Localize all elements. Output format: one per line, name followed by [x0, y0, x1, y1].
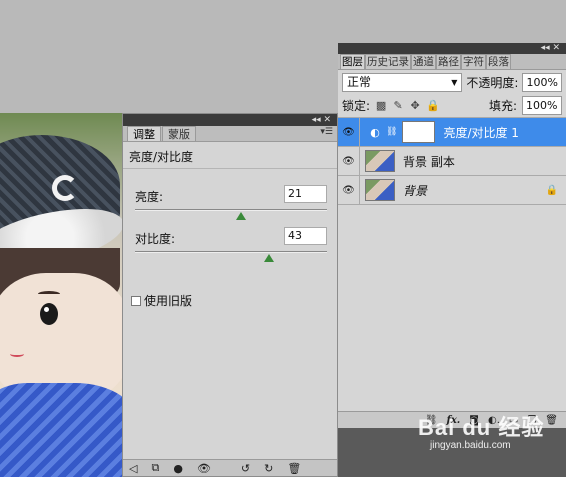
visibility-eye-icon[interactable]: 👁: [338, 117, 360, 147]
link-chain-icon[interactable]: ⛓: [386, 127, 397, 137]
contrast-label: 对比度:: [135, 232, 176, 246]
fill-input[interactable]: 100%: [522, 96, 562, 115]
trash-icon[interactable]: 🗑: [287, 462, 301, 475]
view-previous-icon[interactable]: ↺: [241, 462, 250, 475]
brightness-slider-thumb[interactable]: [235, 212, 246, 220]
use-legacy-label: 使用旧版: [144, 294, 193, 308]
use-legacy-option[interactable]: 使用旧版: [131, 292, 192, 309]
visibility-eye-icon[interactable]: 👁: [338, 146, 360, 176]
return-arrow-icon[interactable]: ◁: [129, 462, 137, 475]
layer-thumbnail: [365, 179, 395, 201]
photo-mouth: [10, 351, 24, 357]
tab-character[interactable]: 字符: [461, 54, 486, 69]
adjustments-tabbar: 调整 蒙版 ▾☰: [123, 126, 337, 142]
canvas-photo: [0, 113, 122, 477]
layer-background-copy[interactable]: 👁 背景 副本: [338, 146, 566, 176]
layer-brightness-contrast[interactable]: 👁 ◐ ⛓ 亮度/对比度 1: [338, 117, 566, 147]
opacity-label: 不透明度:: [466, 75, 519, 90]
visibility-eye-icon[interactable]: 👁: [197, 462, 211, 475]
layer-name: 背景 副本: [403, 154, 455, 169]
layer-mask-thumbnail[interactable]: [402, 121, 436, 143]
photo-eye: [40, 303, 58, 325]
layer-lock-icon: 🔒: [545, 184, 558, 196]
blend-mode-select[interactable]: 正常 ▼: [342, 72, 463, 92]
layer-background[interactable]: 👁 背景 🔒: [338, 175, 566, 205]
collapse-layers-icon[interactable]: ◂◂ ✕: [541, 43, 560, 54]
lock-all-icon[interactable]: 🔒: [426, 99, 440, 112]
layer-name: 亮度/对比度 1: [443, 125, 519, 140]
lock-pixels-brush-icon[interactable]: ✎: [392, 99, 404, 112]
clip-layer-icon[interactable]: ●: [173, 462, 183, 475]
visibility-eye-icon[interactable]: 👁: [338, 175, 360, 205]
fill-label: 填充:: [488, 99, 517, 113]
tab-adjustments[interactable]: 调整: [127, 126, 161, 141]
tab-channels[interactable]: 通道: [411, 54, 436, 69]
reset-icon[interactable]: ↻: [264, 462, 273, 475]
photo-brow: [38, 291, 60, 297]
lock-row: 锁定: ▩ ✎ ✥ 🔒 填充: 100%: [338, 94, 566, 118]
lock-label: 锁定:: [342, 99, 371, 113]
chevron-down-icon: ▼: [451, 77, 458, 87]
blend-row: 正常 ▼ 不透明度: 100%: [338, 70, 566, 94]
tab-paths[interactable]: 路径: [436, 54, 461, 69]
panel-menu-icon[interactable]: ▾☰: [320, 127, 333, 137]
adjustment-heading: 亮度/对比度: [123, 142, 337, 169]
layer-name: 背景: [403, 183, 428, 198]
brightness-input[interactable]: 21: [284, 185, 327, 203]
delete-layer-icon[interactable]: 🗑: [545, 415, 558, 426]
adjustments-footer: ◁ ⧉ ● 👁 ↺ ↻ 🗑: [123, 459, 337, 476]
contrast-input[interactable]: 43: [284, 227, 327, 245]
photo-hat-curl: [52, 175, 78, 201]
panel-titlebar[interactable]: ◂◂ ✕: [123, 114, 337, 126]
tab-layers[interactable]: 图层: [340, 54, 365, 69]
use-legacy-checkbox[interactable]: [131, 295, 141, 306]
adjustment-layer-icon: ◐: [370, 125, 380, 139]
layers-titlebar[interactable]: ◂◂ ✕: [338, 43, 566, 54]
layers-tabbar: 图层 历史记录 通道 路径 字符 段落: [338, 54, 566, 70]
brightness-track[interactable]: [135, 209, 327, 211]
watermark-logo: Bai du 经验: [418, 415, 545, 440]
lock-position-move-icon[interactable]: ✥: [409, 99, 421, 112]
collapse-panel-icon[interactable]: ◂◂ ✕: [312, 114, 331, 126]
expand-view-icon[interactable]: ⧉: [151, 461, 159, 475]
tab-history[interactable]: 历史记录: [365, 54, 411, 69]
opacity-input[interactable]: 100%: [522, 72, 562, 92]
tab-masks[interactable]: 蒙版: [162, 126, 196, 141]
contrast-slider-thumb[interactable]: [264, 254, 275, 262]
tab-paragraph[interactable]: 段落: [486, 54, 511, 69]
photo-sweater: [0, 383, 122, 477]
lock-transparency-icon[interactable]: ▩: [375, 99, 387, 112]
brightness-label: 亮度:: [135, 190, 164, 204]
layers-body: 正常 ▼ 不透明度: 100% 锁定: ▩ ✎ ✥ 🔒 填充: 100% 👁 ◐…: [338, 70, 566, 418]
blend-mode-value: 正常: [347, 74, 372, 89]
baidu-watermark: Bai du 经验 jingyan.baidu.com: [418, 410, 544, 451]
adjustments-panel: ◂◂ ✕ 调整 蒙版 ▾☰ 亮度/对比度 亮度: 21 对比度: 43 使用旧版…: [122, 113, 338, 477]
contrast-track[interactable]: [135, 251, 327, 253]
layer-thumbnail: [365, 150, 395, 172]
